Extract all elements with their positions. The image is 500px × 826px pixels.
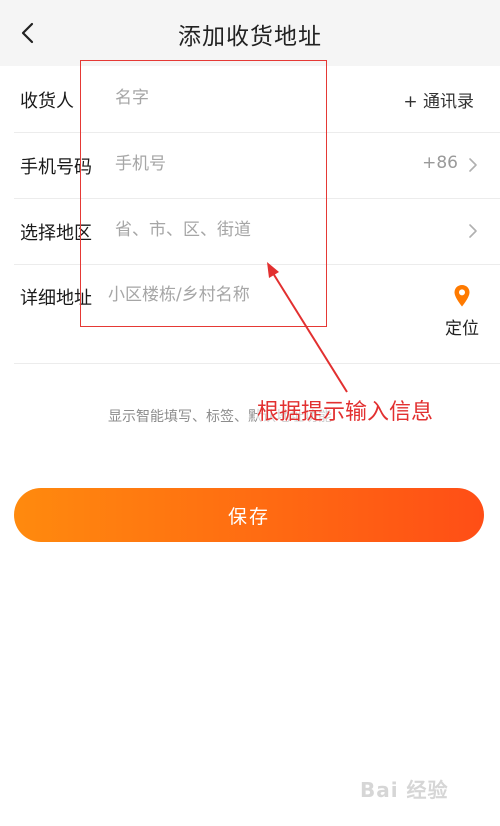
phone-label: 手机号码 — [20, 157, 92, 178]
region-row[interactable]: 选择地区 — [0, 199, 500, 264]
watermark: Bai 经验 — [360, 778, 449, 802]
page-title: 添加收货地址 — [178, 24, 322, 50]
name-label: 收货人 — [20, 91, 74, 112]
address-row: 详细地址 — [0, 265, 500, 363]
country-code-selector[interactable]: +86 — [422, 153, 458, 173]
name-input[interactable] — [115, 88, 315, 108]
address-label: 详细地址 — [20, 288, 92, 309]
region-input[interactable] — [115, 220, 315, 240]
locate-button[interactable]: 定位 — [440, 284, 484, 339]
phone-input[interactable] — [115, 154, 315, 174]
save-button[interactable]: 保存 — [14, 488, 484, 542]
name-row: 收货人 + 通讯录 — [0, 66, 500, 132]
location-pin-icon — [454, 285, 470, 307]
locate-label: 定位 — [445, 319, 479, 339]
address-input[interactable] — [108, 285, 328, 305]
phone-row: 手机号码 +86 — [0, 133, 500, 198]
chevron-right-icon[interactable] — [468, 157, 478, 173]
divider — [14, 363, 500, 364]
region-label: 选择地区 — [20, 223, 92, 244]
annotation-text: 根据提示输入信息 — [257, 394, 434, 426]
chevron-right-icon[interactable] — [468, 223, 478, 239]
top-bar: 添加收货地址 — [0, 0, 500, 66]
contacts-link[interactable]: + 通讯录 — [403, 87, 474, 112]
